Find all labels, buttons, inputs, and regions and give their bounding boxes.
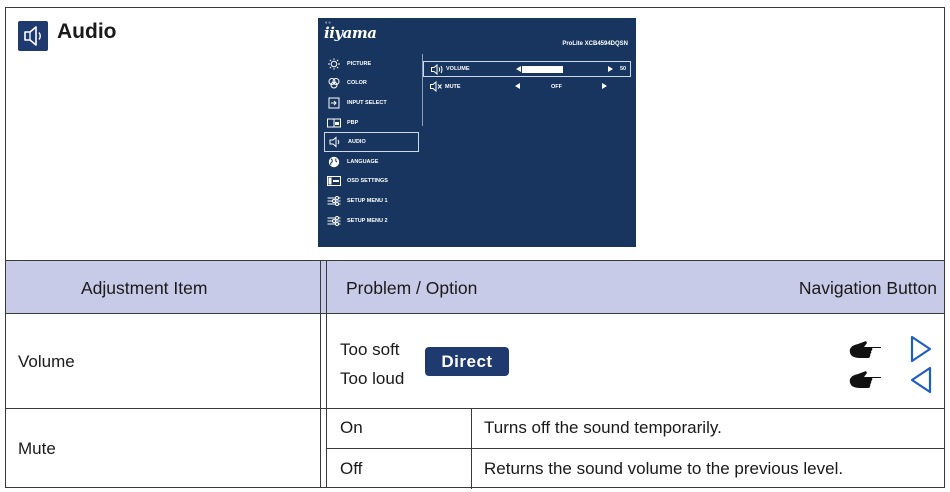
direct-badge: Direct — [425, 347, 509, 376]
osd-item-label: AUDIO — [348, 139, 366, 146]
pbp-icon — [326, 117, 342, 129]
header-problem-option: Problem / Option — [346, 278, 478, 298]
color-icon — [326, 77, 342, 89]
volume-item-label: Volume — [18, 352, 75, 371]
osd-volume-bar — [522, 66, 604, 73]
osd-mute-row: MUTE OFF — [423, 79, 631, 95]
sliders-icon — [326, 215, 342, 227]
mute-off-description: Returns the sound volume to the previous… — [484, 459, 844, 478]
left-arrow-icon — [516, 66, 521, 72]
globe-icon — [326, 156, 342, 168]
osd-item-pbp: PBP — [326, 113, 421, 133]
mute-icon — [429, 80, 443, 93]
osd-item-label: OSD SETTINGS — [347, 178, 388, 185]
volume-too-loud: Too loud — [340, 369, 405, 388]
page-title: Audio — [57, 20, 117, 43]
table-row-volume: Volume Direct Too soft Too loud — [6, 314, 944, 409]
volume-too-soft: Too soft — [340, 340, 400, 359]
osd-item-input-select: INPUT SELECT — [326, 93, 421, 113]
right-triangle-button-icon — [909, 334, 933, 369]
brand-logo: iiyama — [324, 24, 377, 42]
picture-icon — [326, 58, 342, 70]
mute-off-option: Off — [340, 459, 363, 478]
pointing-hand-icon — [846, 338, 882, 365]
osd-menu-screenshot: °° iiyama ProLite XCB4594DQSN PICTURE CO… — [318, 18, 636, 247]
osd-main-menu: PICTURE COLOR INPUT SELECT PBP AUDIO LAN… — [324, 54, 421, 231]
model-name: ProLite XCB4594DQSN — [562, 41, 628, 47]
speaker-icon — [327, 136, 343, 148]
osd-volume-fill — [563, 66, 604, 73]
speaker-icon — [18, 21, 48, 51]
mute-on-description: Turns off the sound temporarily. — [484, 418, 722, 437]
header-navigation-button: Navigation Button — [798, 278, 937, 298]
osd-item-color: COLOR — [326, 74, 421, 94]
header-adjustment-item: Adjustment Item — [81, 278, 208, 298]
osd-item-language: LANGUAGE — [326, 152, 421, 172]
osd-volume-row: VOLUME 50 — [423, 61, 631, 77]
osd-volume-value: 50 — [620, 66, 627, 72]
left-arrow-icon — [515, 83, 520, 89]
cell-divider — [471, 409, 472, 489]
osd-volume-label: VOLUME — [446, 66, 470, 72]
osd-mute-label: MUTE — [445, 84, 461, 90]
direct-badge-label: Direct — [441, 351, 493, 371]
right-arrow-icon — [608, 66, 613, 72]
osd-item-label: PICTURE — [347, 60, 372, 67]
osd-item-label: PBP — [347, 119, 359, 126]
pointing-hand-icon — [846, 368, 882, 395]
osd-item-audio: AUDIO — [324, 132, 419, 152]
mute-on-option: On — [340, 418, 363, 437]
input-select-icon — [326, 97, 342, 109]
osd-mute-value: OFF — [551, 84, 562, 90]
table-header: Adjustment Item Problem / Option Navigat… — [6, 261, 944, 314]
osd-item-label: INPUT SELECT — [347, 99, 387, 106]
audio-section: Audio °° iiyama ProLite XCB4594DQSN PICT… — [5, 7, 945, 489]
osd-item-label: SETUP MENU 1 — [347, 197, 388, 204]
osd-item-osd-settings: OSD SETTINGS — [326, 172, 421, 192]
osd-item-label: COLOR — [347, 80, 367, 87]
osd-settings-icon — [326, 175, 342, 187]
osd-item-label: SETUP MENU 2 — [347, 217, 388, 224]
osd-item-picture: PICTURE — [326, 54, 421, 74]
sliders-icon — [326, 195, 342, 207]
left-triangle-button-icon — [909, 365, 933, 400]
mute-item-label: Mute — [18, 439, 56, 458]
osd-item-setup-menu-2: SETUP MENU 2 — [326, 211, 421, 231]
osd-item-label: LANGUAGE — [347, 158, 379, 165]
right-arrow-icon — [602, 83, 607, 89]
table-row-mute: Mute On Turns off the sound temporarily.… — [6, 409, 944, 489]
osd-item-setup-menu-1: SETUP MENU 1 — [326, 191, 421, 211]
audio-header-section: Audio °° iiyama ProLite XCB4594DQSN PICT… — [6, 8, 944, 261]
row-divider — [327, 448, 944, 449]
speaker-icon — [430, 63, 444, 76]
